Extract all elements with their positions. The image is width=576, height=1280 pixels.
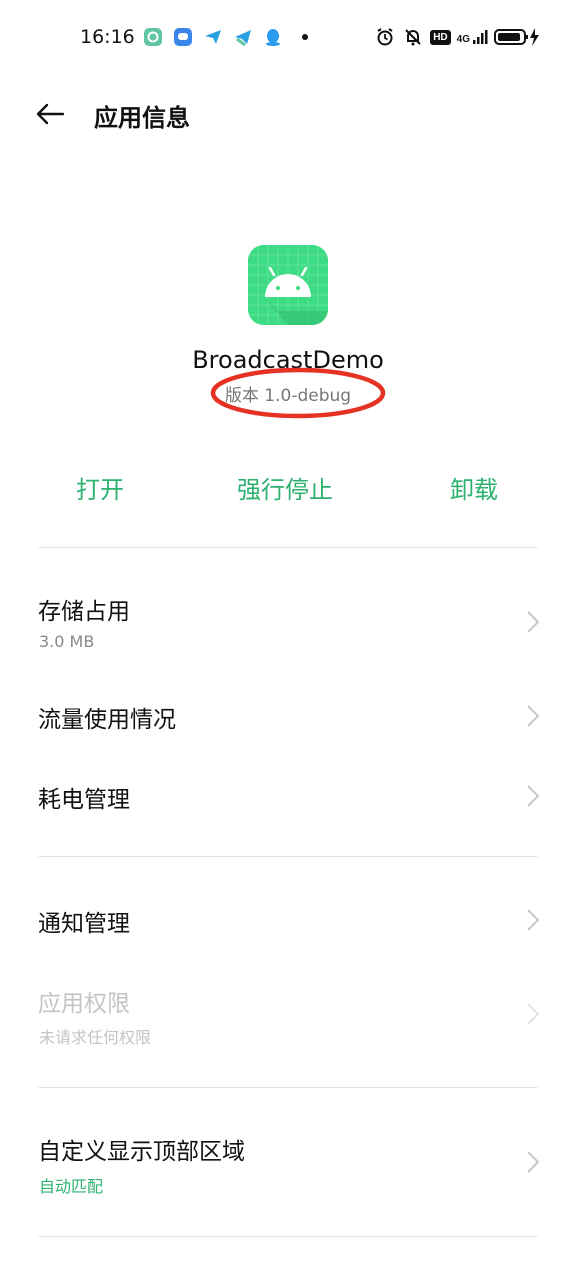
app-name: BroadcastDemo [192,346,384,374]
chevron-right-icon [527,611,540,633]
cellular-signal-icon: 4G [457,29,488,45]
battery-row[interactable]: 耗电管理 [0,770,576,826]
open-button[interactable]: 打开 [76,470,124,505]
divider [38,1087,538,1088]
data-usage-row[interactable]: 流量使用情况 [0,690,576,746]
status-bar: 16:16 HD 4G [0,0,576,76]
title-bar: 应用信息 [0,76,576,152]
bell-muted-icon [402,26,424,48]
chevron-right-icon [527,1003,540,1025]
display-top-area-title: 自定义显示顶部区域 [38,1139,245,1165]
permissions-title: 应用权限 [38,991,130,1017]
notifications-title: 通知管理 [38,911,130,937]
storage-size: 3.0 MB [39,632,95,651]
send-notification-icon [202,26,224,48]
app-actions: 打开 强行停止 卸载 [0,470,576,514]
divider [38,1236,538,1237]
app-version: 版本 1.0-debug [224,386,352,406]
chevron-right-icon [527,785,540,807]
android-app-icon [248,245,328,325]
chevron-right-icon [527,705,540,727]
notification-icons [142,26,314,48]
telegram-notification-icon [232,26,254,48]
storage-title: 存储占用 [38,599,130,625]
permissions-subtitle: 未请求任何权限 [39,1028,152,1047]
storage-row[interactable]: 存储占用 3.0 MB [0,580,576,670]
chevron-right-icon [527,909,540,931]
more-notifications-dot-icon [292,26,314,48]
notifications-row[interactable]: 通知管理 [0,894,576,950]
system-status-icons: HD 4G [374,26,540,48]
chevron-right-icon [527,1151,540,1173]
display-top-area-value: 自动匹配 [39,1177,104,1196]
data-usage-title: 流量使用情况 [38,707,176,733]
hd-voice-icon: HD [430,29,451,45]
battery-charging-icon [494,26,540,48]
status-time: 16:16 [80,26,135,48]
back-button[interactable] [28,94,72,134]
divider [38,856,538,857]
network-type-label: 4G [456,34,470,45]
permissions-row: 应用权限 未请求任何权限 [0,974,576,1054]
battery-title: 耗电管理 [38,787,130,813]
qq-notification-icon [262,26,284,48]
app-notification-icon [142,26,164,48]
divider [38,547,538,548]
arrow-left-icon [36,103,65,125]
force-stop-button[interactable]: 强行停止 [237,470,333,505]
display-top-area-row[interactable]: 自定义显示顶部区域 自动匹配 [0,1122,576,1206]
uninstall-button[interactable]: 卸载 [450,470,498,505]
alarm-icon [374,26,396,48]
chat-notification-icon [172,26,194,48]
page-title: 应用信息 [94,104,190,132]
